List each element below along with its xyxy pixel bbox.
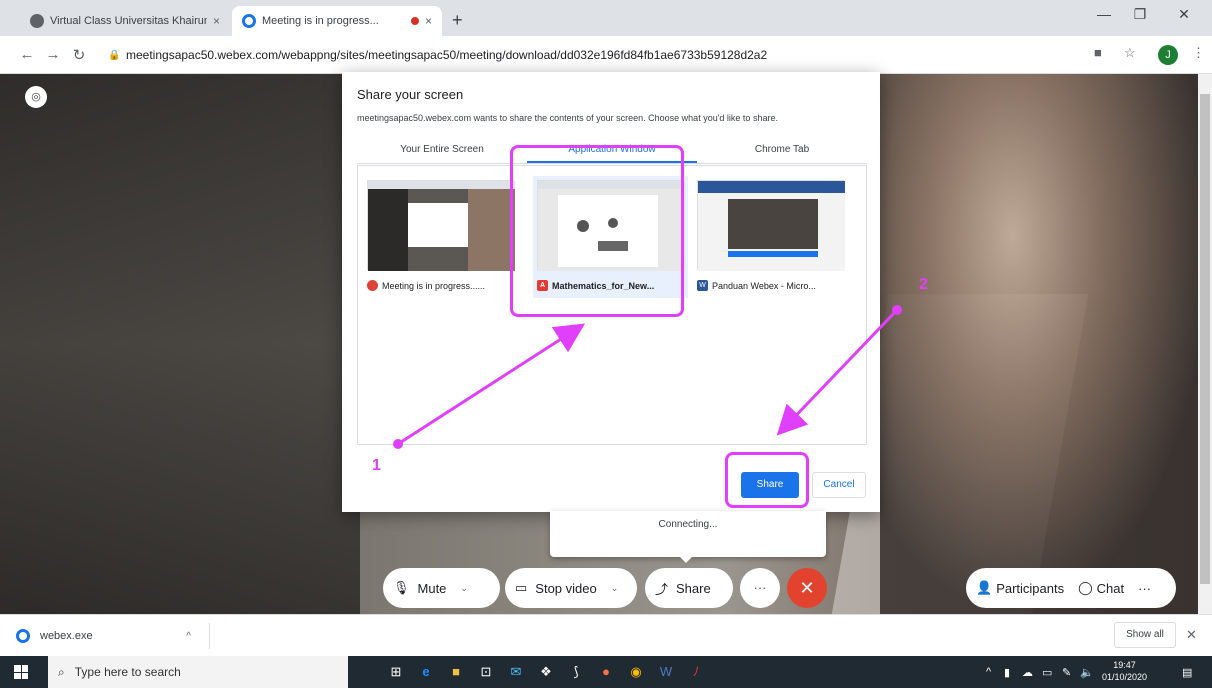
windows-taskbar: ⌕ Type here to search ⊞ e ■ ⊡ ✉ ❖ ⟆ ● ◉ … [0,656,1212,688]
tray-expand-icon[interactable]: ^ [986,666,991,678]
webex-icon [16,629,30,643]
edge-icon[interactable]: e [418,664,434,680]
windows-start-icon[interactable] [14,665,28,679]
network-icon: ▭ [1042,667,1053,679]
chrome-taskbar-icon[interactable]: ◉ [628,664,644,680]
show-all-button[interactable]: Show all [1114,622,1176,648]
close-download-bar-icon[interactable]: ✕ [1186,627,1197,643]
cloud-icon: ☁ [1022,667,1033,679]
chevron-up-icon[interactable]: ^ [186,631,191,642]
task-view-icon[interactable]: ⊞ [388,664,404,680]
search-icon: ⌕ [58,664,65,679]
pen-icon: ✎ [1062,667,1072,679]
battery-icon: ▮ [1004,667,1011,679]
word-taskbar-icon[interactable]: W [658,664,674,680]
pin-icon[interactable]: ⟆ [568,664,584,680]
annotation-arrows [393,305,902,449]
download-item[interactable]: webex.exe ^ [10,623,210,649]
taskbar-clock[interactable]: 19:47 01/10/2020 [1102,659,1147,683]
taskbar-search[interactable]: ⌕ Type here to search [48,656,348,688]
notifications-icon[interactable]: ▤ [1182,666,1192,679]
store-icon[interactable]: ⊡ [478,664,494,680]
acrobat-icon[interactable]: ﾉ [688,664,704,680]
file-explorer-icon[interactable]: ■ [448,664,464,680]
volume-icon[interactable]: 🔈 [1080,666,1094,679]
dropbox-icon[interactable]: ❖ [538,664,554,680]
mail-icon[interactable]: ✉ [508,664,524,680]
download-bar: webex.exe ^ [0,614,1212,656]
firefox-icon[interactable]: ● [598,664,614,680]
